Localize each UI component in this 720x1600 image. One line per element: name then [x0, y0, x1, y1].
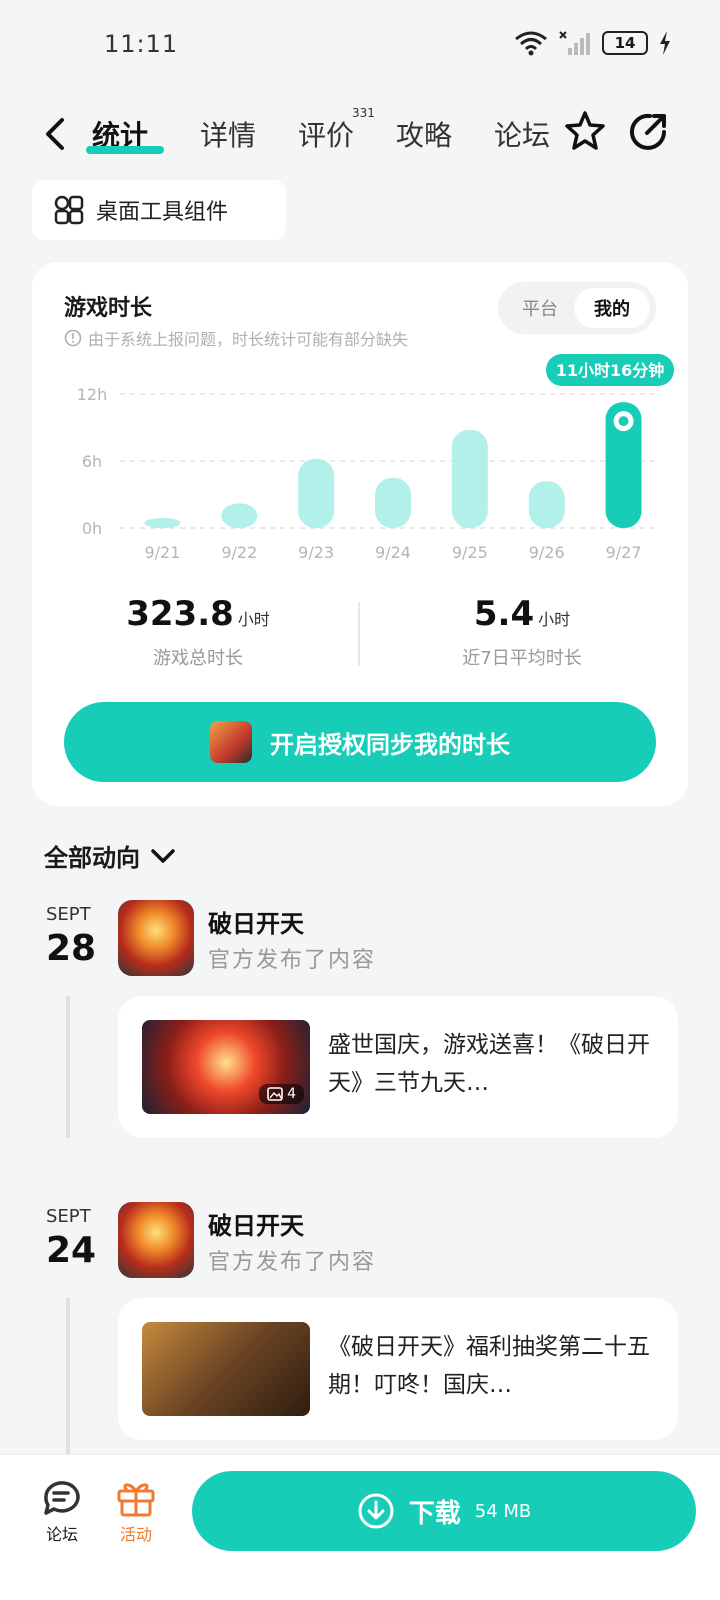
chart-x-tick: 9/21 [144, 543, 180, 562]
toggle-mine[interactable]: 我的 [574, 288, 650, 328]
download-label: 下载 [408, 1498, 461, 1529]
post-card[interactable]: 4 盛世国庆，游戏送喜！《破日开天》三节九天… [118, 996, 678, 1138]
chart-x-tick: 9/24 [375, 543, 411, 562]
chart-highlight-label: 11小时16分钟 [556, 361, 665, 380]
playtime-title: 游戏时长 [64, 296, 153, 321]
feed-game-name[interactable]: 破日开天 [208, 904, 304, 939]
gift-icon [117, 1483, 155, 1517]
activity-button[interactable]: 活动 [106, 1477, 166, 1545]
desktop-widget-label: 桌面工具组件 [96, 200, 229, 225]
tab-reviews[interactable]: 评价 [298, 114, 354, 154]
chart-x-tick: 9/27 [606, 543, 642, 562]
tab-active-indicator [86, 146, 164, 154]
wifi-icon [515, 31, 547, 56]
chat-bubble-icon [44, 1481, 80, 1515]
charging-icon [660, 31, 670, 55]
chart-highlight-dot-inner [618, 416, 629, 427]
feed-game-name[interactable]: 破日开天 [208, 1206, 304, 1241]
image-icon [267, 1087, 283, 1101]
chart-y-tick: 6h [82, 452, 102, 471]
feed-subtitle: 官方发布了内容 [208, 948, 377, 973]
total-playtime-unit: 小时 [237, 610, 270, 629]
feed-filter-label: 全部动向 [44, 844, 140, 872]
chart-bar [221, 503, 258, 528]
chart-x-tick: 9/25 [452, 543, 488, 562]
post-text: 《破日开天》福利抽奖第二十五期！叮咚！国庆… [328, 1334, 650, 1398]
bottom-bar: 论坛 活动 下载 54 MB [0, 1454, 720, 1600]
star-icon[interactable] [562, 108, 608, 154]
total-playtime-label: 游戏总时长 [153, 648, 243, 669]
download-size: 54 MB [474, 1500, 532, 1522]
share-icon[interactable] [626, 108, 672, 154]
status-time: 11:11 [104, 30, 179, 58]
post-image: 4 [142, 1020, 310, 1114]
chart-x-tick: 9/26 [529, 543, 565, 562]
playtime-chart: 12h 6h 0h 9/21 9/22 9/23 9/24 9/25 9/26 9/27 11小时1… [77, 354, 674, 562]
chart-bar [298, 458, 335, 528]
chart-y-tick: 12h [77, 385, 108, 404]
game-thumbnail [210, 721, 252, 763]
chart-x-tick: 9/22 [221, 543, 257, 562]
status-icons: 14 [514, 30, 672, 56]
post-card[interactable]: 《破日开天》福利抽奖第二十五期！叮咚！国庆… [118, 1298, 678, 1440]
feed-day: 28 [46, 928, 97, 969]
cellular-signal-icon [559, 31, 590, 55]
source-toggle: 平台 我的 [498, 282, 656, 334]
feed-subtitle: 官方发布了内容 [208, 1250, 377, 1275]
feed-filter-dropdown[interactable]: 全部动向 [44, 838, 176, 873]
feed-month: SEPT [46, 904, 91, 925]
chart-bar [375, 477, 411, 528]
feed-item: SEPT 28 破日开天 官方发布了内容 4 盛世国庆，游戏送喜！《破日开天》三… [0, 900, 720, 1160]
total-playtime-value: 323.8 [126, 594, 234, 634]
back-icon[interactable] [38, 114, 74, 154]
sync-playtime-button[interactable]: 开启授权同步我的时长 [64, 702, 656, 782]
feed-day: 24 [46, 1230, 97, 1271]
chart-bar [144, 518, 181, 528]
image-count-badge: 4 [259, 1084, 304, 1104]
sync-playtime-label: 开启授权同步我的时长 [270, 730, 510, 759]
chart-bar [451, 429, 488, 528]
playtime-note: 由于系统上报问题，时长统计可能有部分缺失 [64, 326, 408, 350]
battery-icon: 14 [602, 31, 648, 55]
download-button[interactable]: 下载 54 MB [192, 1471, 696, 1551]
playtime-note-text: 由于系统上报问题，时长统计可能有部分缺失 [88, 330, 409, 349]
average-playtime-label: 近7日平均时长 [462, 648, 582, 669]
chart-x-tick: 9/23 [298, 543, 334, 562]
average-playtime-value: 5.4 [473, 594, 535, 634]
forum-button[interactable]: 论坛 [32, 1477, 92, 1545]
feed-item: SEPT 24 破日开天 官方发布了内容 《破日开天》福利抽奖第二十五期！叮咚！… [0, 1202, 720, 1462]
chevron-down-icon [151, 848, 175, 863]
activity-label: 活动 [119, 1525, 152, 1544]
total-playtime: 323.8 小时 游戏总时长 [38, 594, 358, 670]
post-text: 盛世国庆，游戏送喜！《破日开天》三节九天… [328, 1032, 650, 1096]
game-avatar[interactable] [118, 900, 194, 976]
tab-guides[interactable]: 攻略 [396, 114, 452, 154]
playtime-card: 游戏时长 由于系统上报问题，时长统计可能有部分缺失 平台 我的 12h 6h 0h 9… [32, 262, 688, 806]
forum-label: 论坛 [45, 1525, 78, 1544]
stat-divider [358, 602, 360, 666]
top-nav: 统计 详情 评价 331 攻略 论坛 [0, 104, 720, 164]
desktop-widget-button[interactable]: 桌面工具组件 [32, 180, 286, 240]
average-playtime: 5.4 小时 近7日平均时长 [362, 594, 682, 670]
game-avatar[interactable] [118, 1202, 194, 1278]
toggle-platform[interactable]: 平台 [502, 288, 578, 328]
average-playtime-unit: 小时 [538, 610, 571, 629]
reviews-count-badge: 331 [352, 106, 375, 120]
widget-grid-icon [54, 195, 84, 225]
chart-bar [528, 481, 565, 528]
timeline-line [66, 1298, 70, 1458]
tab-details[interactable]: 详情 [200, 114, 256, 154]
image-count: 4 [287, 1086, 296, 1102]
post-image [142, 1322, 310, 1416]
info-icon [64, 329, 82, 347]
tab-forum[interactable]: 论坛 [494, 114, 550, 154]
chart-y-tick: 0h [82, 519, 102, 538]
feed-month: SEPT [46, 1206, 91, 1227]
download-icon [358, 1493, 394, 1529]
timeline-line [66, 996, 70, 1138]
